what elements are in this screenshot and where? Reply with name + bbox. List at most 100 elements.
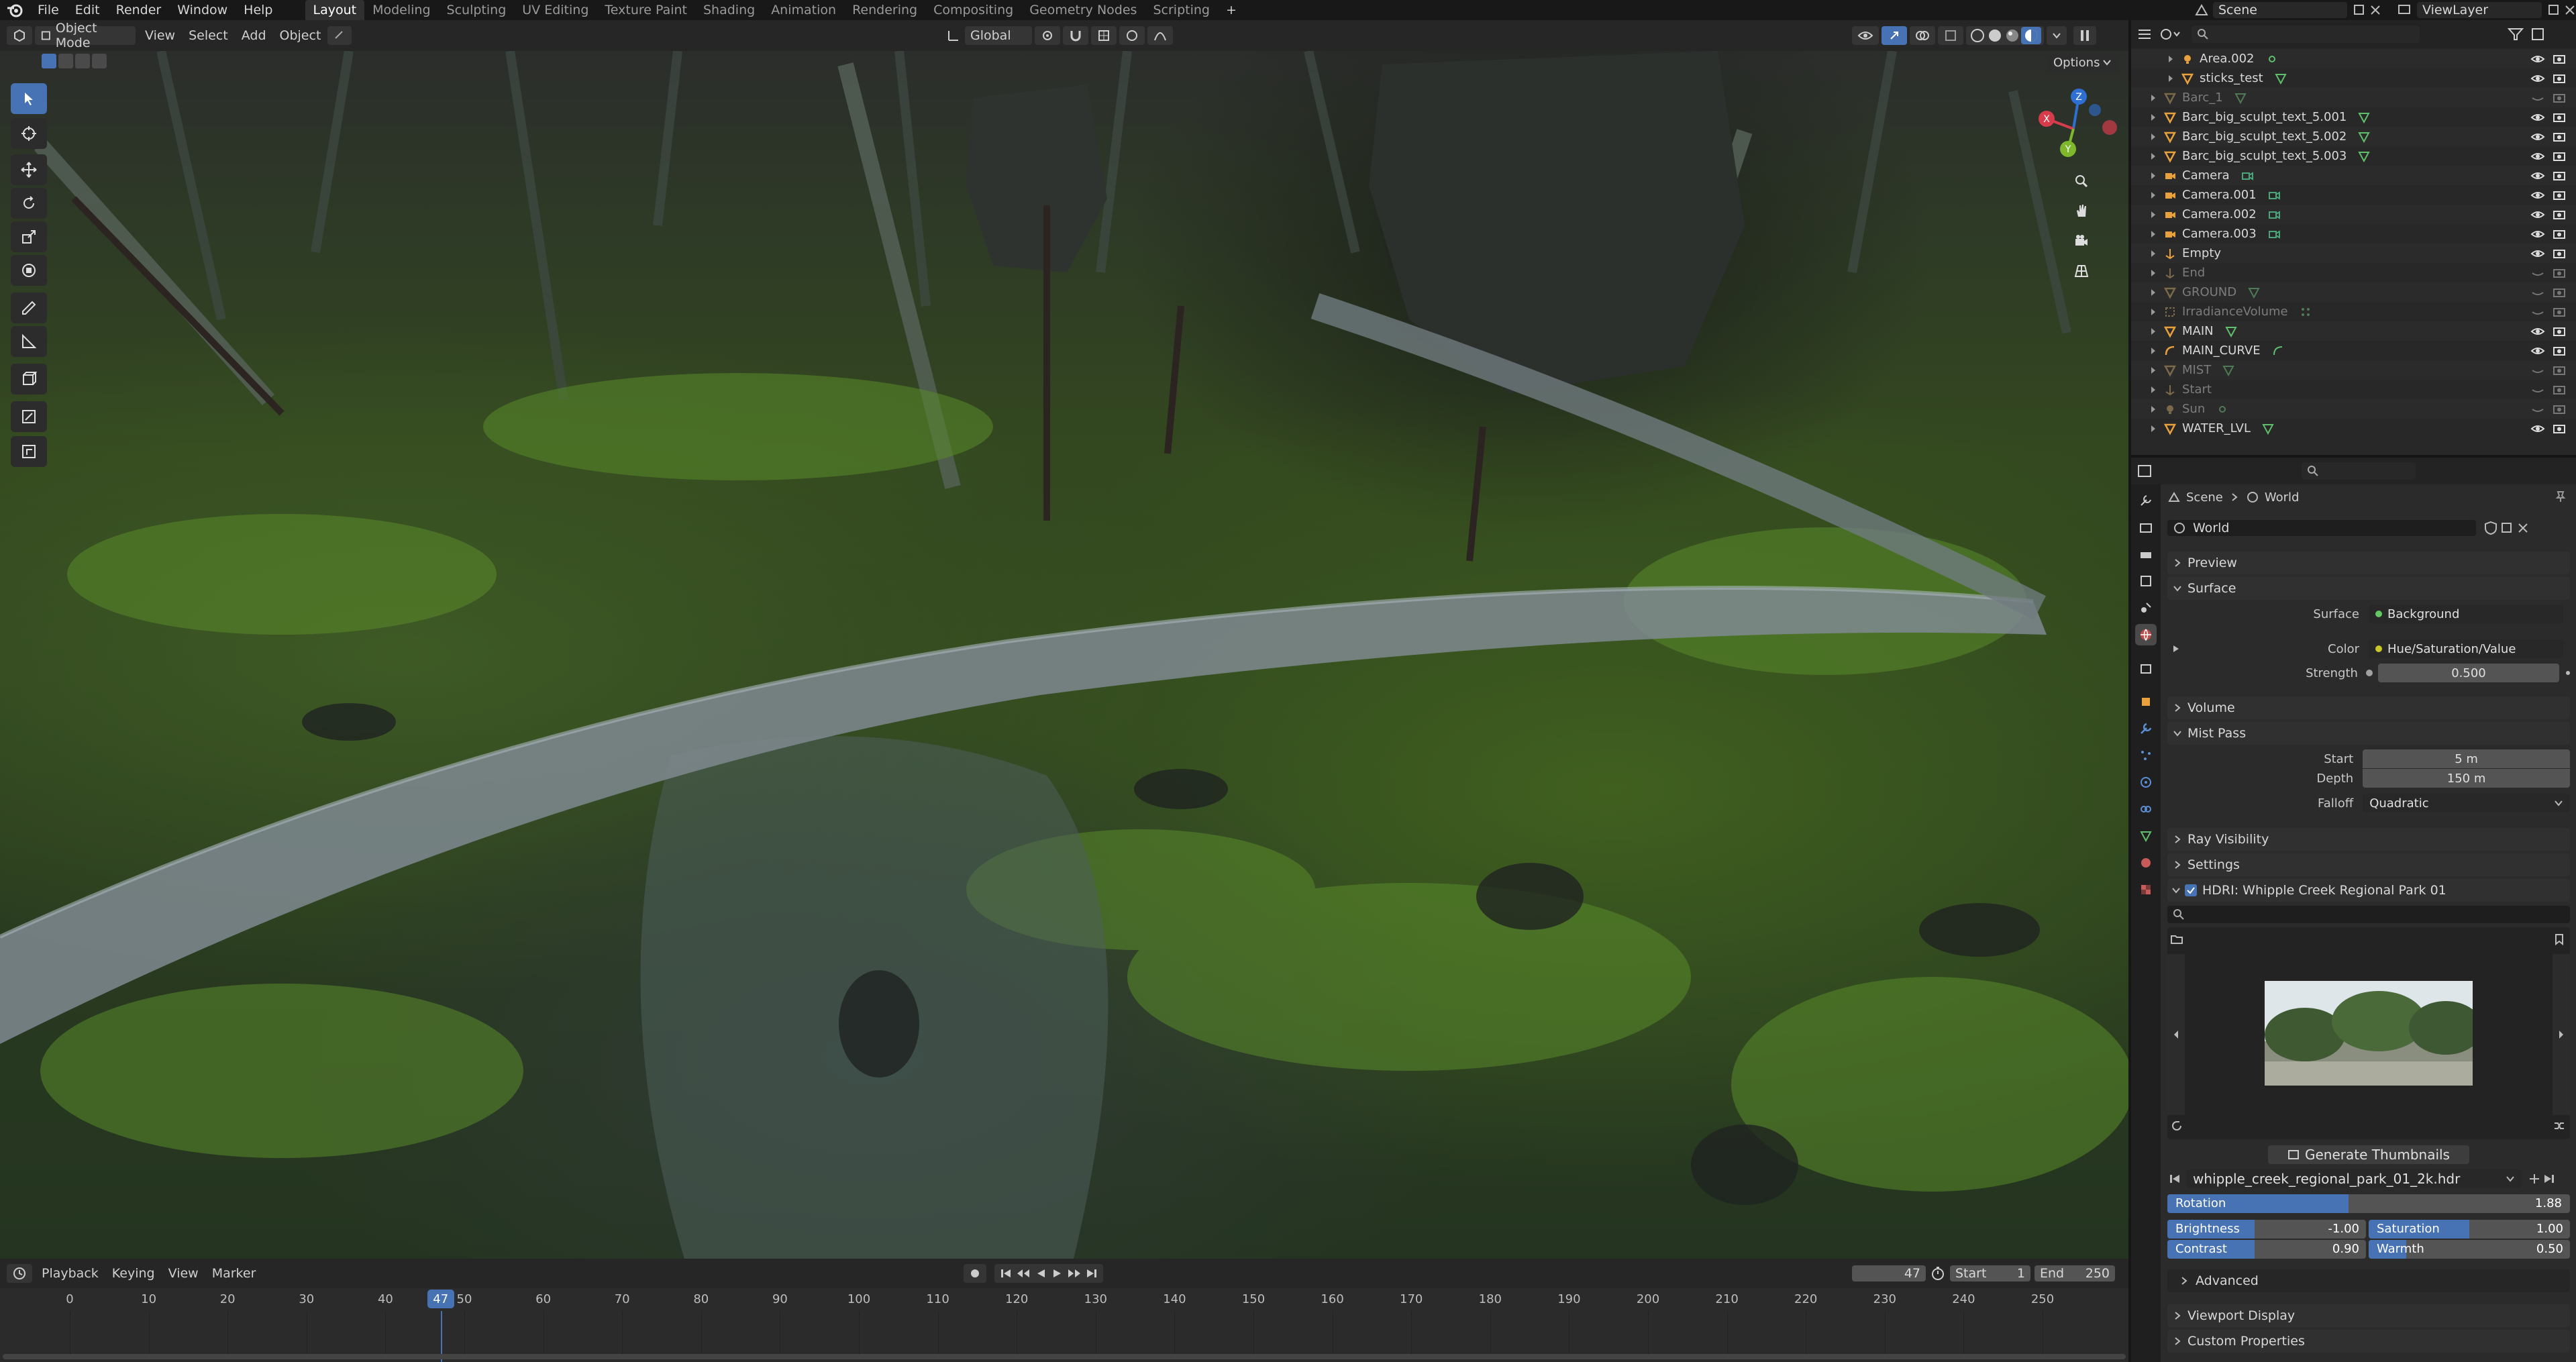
- eye-icon[interactable]: [2530, 53, 2545, 65]
- hdri-thumbnail[interactable]: [2265, 981, 2473, 1086]
- tab-shading[interactable]: Shading: [695, 0, 763, 20]
- extra-tool-2[interactable]: [11, 436, 47, 467]
- menu-keying[interactable]: Keying: [105, 1266, 162, 1281]
- eye-icon[interactable]: [2530, 189, 2545, 201]
- expand-triangle-icon[interactable]: [2171, 644, 2181, 653]
- tab-data[interactable]: [2135, 825, 2157, 847]
- expand-arrow-icon[interactable]: [2149, 346, 2158, 356]
- render-camera-icon[interactable]: [2552, 325, 2567, 337]
- eye-icon[interactable]: [2530, 111, 2545, 123]
- measure-tool[interactable]: [11, 326, 47, 357]
- eye-icon[interactable]: [2530, 131, 2545, 143]
- generate-thumbnails-button[interactable]: Generate Thumbnails: [2268, 1145, 2469, 1164]
- bookmark-icon[interactable]: [2553, 933, 2566, 946]
- snap-button[interactable]: [1063, 26, 1088, 45]
- expand-arrow-icon[interactable]: [2149, 268, 2158, 278]
- render-camera-icon[interactable]: [2552, 403, 2567, 415]
- expand-arrow-icon[interactable]: [2149, 366, 2158, 375]
- properties-search-input[interactable]: [2302, 462, 2416, 480]
- render-camera-icon[interactable]: [2552, 248, 2567, 260]
- expand-arrow-icon[interactable]: [2149, 307, 2158, 317]
- tab-layout[interactable]: Layout: [305, 0, 365, 20]
- strength-field[interactable]: 0.500: [2377, 664, 2560, 682]
- expand-arrow-icon[interactable]: [2149, 424, 2158, 433]
- outliner-item[interactable]: MAIN: [2131, 321, 2576, 341]
- eye-hidden-icon[interactable]: [2530, 384, 2545, 396]
- eye-hidden-icon[interactable]: [2530, 286, 2545, 299]
- tab-render[interactable]: [2135, 517, 2157, 538]
- outliner-item[interactable]: MAIN_CURVE: [2131, 341, 2576, 360]
- timeline-area[interactable]: 0 10 20 30 40 50 60 70 80 90 100 110 120 130 140 150 160…: [0, 1288, 2128, 1362]
- menu-file[interactable]: File: [30, 0, 67, 20]
- outliner-item[interactable]: Area.002: [2131, 49, 2576, 68]
- menu-help[interactable]: Help: [236, 0, 280, 20]
- tab-modeling[interactable]: Modeling: [364, 0, 438, 20]
- expand-arrow-icon[interactable]: [2149, 171, 2158, 180]
- outliner-item[interactable]: IrradianceVolume: [2131, 302, 2576, 321]
- render-camera-icon[interactable]: [2552, 170, 2567, 182]
- tab-output[interactable]: [2135, 543, 2157, 565]
- expand-arrow-icon[interactable]: [2149, 210, 2158, 219]
- tab-collection[interactable]: [2135, 658, 2157, 679]
- expand-arrow-icon[interactable]: [2149, 327, 2158, 336]
- render-camera-icon[interactable]: [2552, 111, 2567, 123]
- render-camera-icon[interactable]: [2552, 286, 2567, 299]
- expand-arrow-icon[interactable]: [2149, 385, 2158, 395]
- eye-hidden-icon[interactable]: [2530, 306, 2545, 318]
- render-camera-icon[interactable]: [2552, 189, 2567, 201]
- menu-edit[interactable]: Edit: [67, 0, 108, 20]
- outliner-item[interactable]: End: [2131, 263, 2576, 282]
- eye-icon[interactable]: [2530, 248, 2545, 260]
- next-keyframe-icon[interactable]: [1067, 1267, 1082, 1279]
- properties-editor-icon[interactable]: [2136, 464, 2154, 478]
- render-camera-icon[interactable]: [2552, 53, 2567, 65]
- outliner-item[interactable]: Start: [2131, 380, 2576, 399]
- falloff-button[interactable]: [1147, 26, 1173, 45]
- menu-select[interactable]: Select: [182, 28, 235, 43]
- gizmo-toggle[interactable]: [1882, 26, 1907, 45]
- expand-arrow-icon[interactable]: [2149, 191, 2158, 200]
- contrast-slider[interactable]: Contrast 0.90: [2167, 1240, 2366, 1259]
- frame-ruler[interactable]: 0 10 20 30 40 50 60 70 80 90 100 110 120 130 140 150 160…: [0, 1288, 2128, 1362]
- eye-hidden-icon[interactable]: [2530, 364, 2545, 376]
- panel-advanced[interactable]: Advanced: [2167, 1269, 2570, 1292]
- transform-orientation-selector[interactable]: Global: [965, 26, 1032, 45]
- solid-shading-icon[interactable]: [1986, 27, 2004, 44]
- select-new-icon[interactable]: [42, 54, 56, 68]
- material-shading-icon[interactable]: [2004, 27, 2021, 44]
- eye-icon[interactable]: [2530, 228, 2545, 240]
- extra-tool-1[interactable]: [11, 401, 47, 432]
- panel-surface[interactable]: Surface: [2167, 577, 2570, 600]
- world-selector[interactable]: World: [2167, 520, 2476, 536]
- warmth-slider[interactable]: Warmth 0.50: [2369, 1240, 2570, 1259]
- editor-type-button[interactable]: [7, 26, 32, 45]
- outliner-item[interactable]: Camera.003: [2131, 224, 2576, 244]
- eye-icon[interactable]: [2530, 72, 2545, 85]
- saturation-slider[interactable]: Saturation 1.00: [2369, 1220, 2570, 1239]
- render-camera-icon[interactable]: [2552, 209, 2567, 221]
- render-camera-icon[interactable]: [2552, 267, 2567, 279]
- eye-icon[interactable]: [2530, 209, 2545, 221]
- eye-hidden-icon[interactable]: [2530, 92, 2545, 104]
- start-frame-field[interactable]: Start 1: [1950, 1265, 2030, 1281]
- pivot-point-button[interactable]: [1035, 26, 1060, 45]
- select-subtract-icon[interactable]: [75, 54, 90, 68]
- render-camera-icon[interactable]: [2552, 72, 2567, 85]
- render-camera-icon[interactable]: [2552, 306, 2567, 318]
- tab-particles[interactable]: [2135, 745, 2157, 766]
- mist-start-field[interactable]: 5 m: [2363, 749, 2570, 768]
- axis-gizmo[interactable]: Z X Y: [2026, 82, 2120, 169]
- add-icon[interactable]: [2527, 1171, 2542, 1186]
- outliner-item[interactable]: Camera.001: [2131, 185, 2576, 205]
- scale-tool[interactable]: [11, 221, 47, 252]
- tab-scripting[interactable]: Scripting: [1145, 0, 1218, 20]
- stopwatch-icon[interactable]: [1930, 1265, 1946, 1281]
- expand-arrow-icon[interactable]: [2149, 249, 2158, 258]
- camera-view-button[interactable]: [2067, 227, 2096, 256]
- menu-view[interactable]: View: [138, 28, 182, 43]
- eye-icon[interactable]: [2530, 345, 2545, 357]
- menu-window[interactable]: Window: [169, 0, 236, 20]
- editor-divider-vertical[interactable]: [2128, 20, 2131, 1362]
- pan-button[interactable]: [2067, 196, 2096, 225]
- play-reverse-icon[interactable]: [1035, 1267, 1047, 1279]
